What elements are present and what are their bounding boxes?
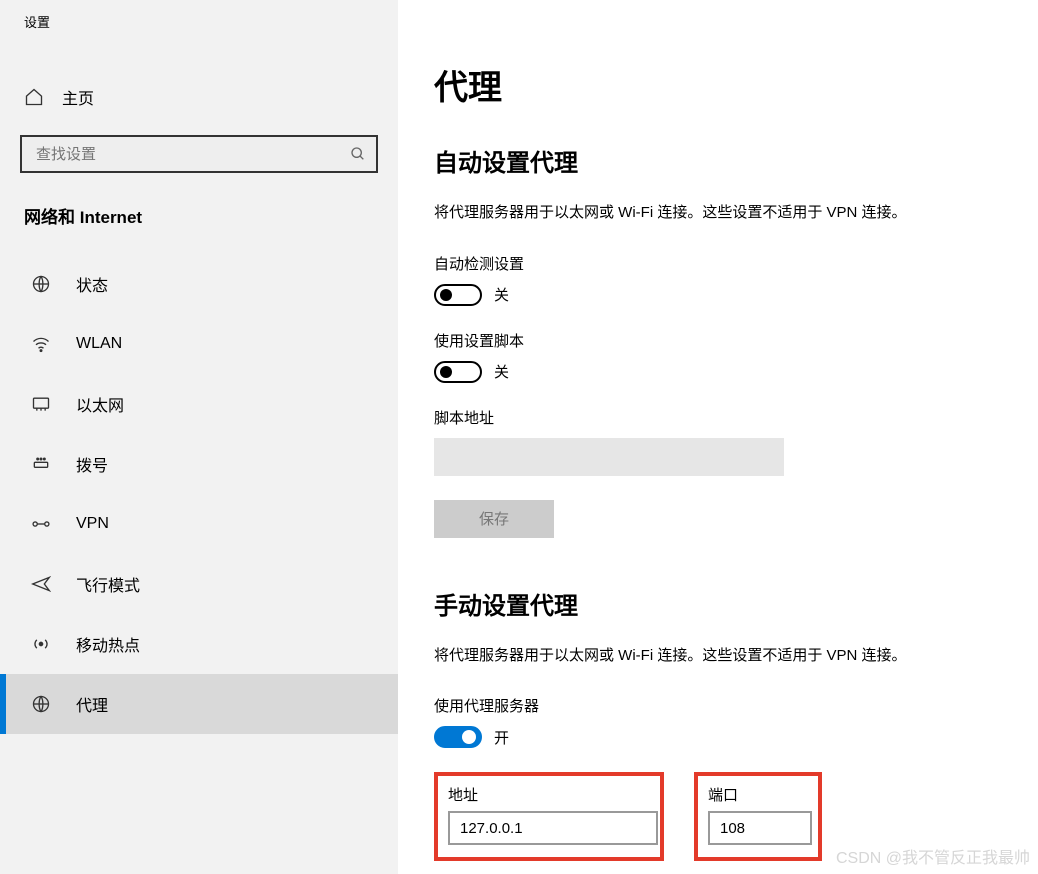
dialup-icon (30, 454, 52, 474)
status-icon (30, 274, 52, 294)
auto-detect-state: 关 (494, 284, 509, 305)
sidebar-item-dialup[interactable]: 拨号 (0, 434, 398, 494)
sidebar-item-vpn[interactable]: VPN (0, 494, 398, 554)
sidebar-item-proxy[interactable]: 代理 (0, 674, 398, 734)
port-input[interactable] (708, 811, 812, 845)
sidebar-item-label: 状态 (76, 272, 108, 296)
sidebar-item-label: 飞行模式 (76, 572, 140, 596)
auto-proxy-description: 将代理服务器用于以太网或 Wi-Fi 连接。这些设置不适用于 VPN 连接。 (434, 202, 1014, 225)
auto-proxy-heading: 自动设置代理 (434, 143, 1038, 178)
manual-proxy-description: 将代理服务器用于以太网或 Wi-Fi 连接。这些设置不适用于 VPN 连接。 (434, 645, 1014, 668)
sidebar-item-label: VPN (76, 515, 109, 533)
address-input[interactable] (448, 811, 658, 845)
app-title: 设置 (0, 0, 398, 41)
port-label: 端口 (708, 784, 808, 805)
use-proxy-label: 使用代理服务器 (434, 695, 1038, 716)
airplane-icon (30, 574, 52, 594)
category-heading: 网络和 Internet (0, 173, 398, 240)
sidebar-item-wlan[interactable]: WLAN (0, 314, 398, 374)
auto-detect-toggle[interactable] (434, 284, 482, 306)
use-proxy-toggle[interactable] (434, 726, 482, 748)
search-input[interactable] (36, 146, 350, 163)
sidebar-item-airplane[interactable]: 飞行模式 (0, 554, 398, 614)
manual-proxy-heading: 手动设置代理 (434, 586, 1038, 621)
wifi-icon (30, 334, 52, 354)
search-input-wrap[interactable] (20, 135, 378, 173)
sidebar-home[interactable]: 主页 (0, 69, 398, 117)
ethernet-icon (30, 394, 52, 414)
sidebar: 设置 主页 网络和 Internet 状态 (0, 0, 398, 874)
nav-list: 状态 WLAN 以太网 拨号 (0, 254, 398, 734)
script-address-label: 脚本地址 (434, 407, 1038, 428)
address-highlight: 地址 (434, 772, 664, 861)
save-button: 保存 (434, 500, 554, 538)
page-title: 代理 (434, 60, 1038, 109)
sidebar-item-ethernet[interactable]: 以太网 (0, 374, 398, 434)
vpn-icon (30, 514, 52, 534)
sidebar-item-status[interactable]: 状态 (0, 254, 398, 314)
main-content: 代理 自动设置代理 将代理服务器用于以太网或 Wi-Fi 连接。这些设置不适用于… (398, 0, 1038, 874)
sidebar-item-label: 拨号 (76, 452, 108, 476)
home-icon (24, 87, 44, 107)
sidebar-item-label: WLAN (76, 335, 122, 353)
search-icon (350, 146, 366, 162)
sidebar-item-label: 以太网 (76, 392, 124, 416)
hotspot-icon (30, 634, 52, 654)
port-highlight: 端口 (694, 772, 822, 861)
sidebar-item-label: 移动热点 (76, 632, 140, 656)
sidebar-item-label: 代理 (76, 692, 108, 716)
sidebar-item-hotspot[interactable]: 移动热点 (0, 614, 398, 674)
use-script-toggle[interactable] (434, 361, 482, 383)
address-label: 地址 (448, 784, 650, 805)
script-address-input (434, 438, 784, 476)
use-proxy-state: 开 (494, 727, 509, 748)
use-script-state: 关 (494, 361, 509, 382)
auto-detect-label: 自动检测设置 (434, 253, 1038, 274)
home-label: 主页 (62, 85, 94, 109)
use-script-label: 使用设置脚本 (434, 330, 1038, 351)
proxy-icon (30, 694, 52, 714)
